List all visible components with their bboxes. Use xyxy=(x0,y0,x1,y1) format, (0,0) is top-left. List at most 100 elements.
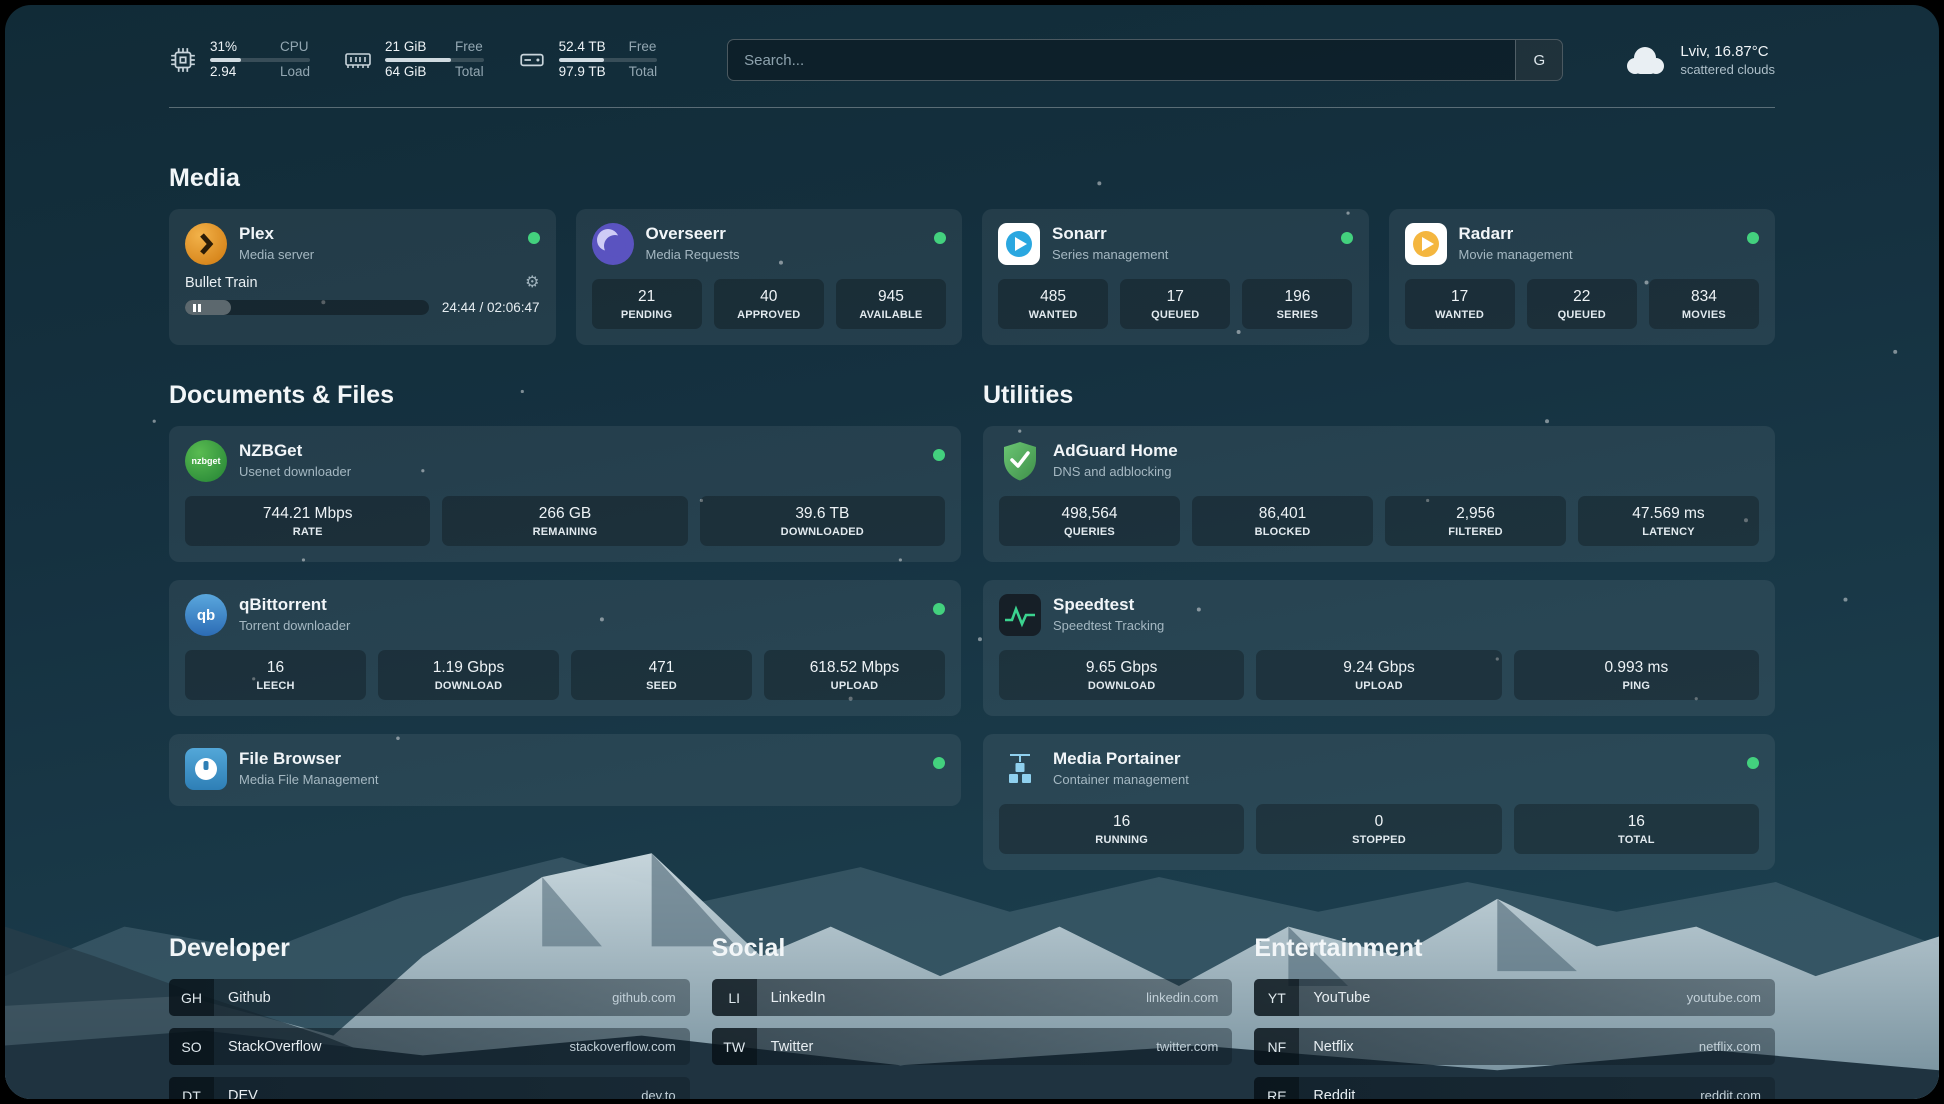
search-provider-button[interactable]: G xyxy=(1515,40,1562,80)
memory-progress xyxy=(385,58,484,62)
stat-value: 9.24 Gbps xyxy=(1260,659,1497,677)
stat-value: 16 xyxy=(1518,813,1755,831)
section-heading-entertainment: Entertainment xyxy=(1254,934,1775,963)
qbittorrent-link[interactable]: qb qBittorrent Torrent downloader xyxy=(185,594,945,636)
stat-label: QUERIES xyxy=(1003,526,1176,538)
bookmark-abbr: YT xyxy=(1254,979,1299,1016)
cpu-percent: 31% xyxy=(210,40,264,55)
status-dot xyxy=(934,232,946,244)
playback-progress[interactable] xyxy=(185,300,429,315)
portainer-text: Media Portainer Container management xyxy=(1053,748,1189,787)
cpu-load: 2.94 xyxy=(210,65,264,80)
overseerr-text: Overseerr Media Requests xyxy=(646,223,740,262)
stat-movies: 834 MOVIES xyxy=(1649,279,1759,329)
filebrowser-link[interactable]: File Browser Media File Management xyxy=(185,748,945,790)
disk-total: 97.9 TB xyxy=(559,65,613,80)
memory-total-label: Total xyxy=(455,65,484,80)
service-desc: Usenet downloader xyxy=(239,464,351,479)
media-grid: Plex Media server Bullet Train ⚙ xyxy=(169,209,1775,345)
stat-value: 39.6 TB xyxy=(704,505,941,523)
bookmark-netflix[interactable]: NF Netflix netflix.com xyxy=(1254,1028,1775,1065)
sonarr-stats: 485 WANTED 17 QUEUED 196 SERIES xyxy=(998,279,1353,329)
stat-value: 196 xyxy=(1246,288,1348,306)
radarr-icon xyxy=(1405,223,1447,265)
overseerr-card: Overseerr Media Requests 21 PENDING 40 A… xyxy=(576,209,963,345)
disk-free: 52.4 TB xyxy=(559,40,613,55)
status-dot xyxy=(1341,232,1353,244)
stat-wanted: 17 WANTED xyxy=(1405,279,1515,329)
bookmark-stackoverflow[interactable]: SO StackOverflow stackoverflow.com xyxy=(169,1028,690,1065)
filebrowser-icon xyxy=(185,748,227,790)
top-bar: 31% CPU 2.94 Load 21 GiB Free 64 GiB xyxy=(169,39,1775,81)
bookmark-linkedin[interactable]: LI LinkedIn linkedin.com xyxy=(712,979,1233,1016)
sonarr-link[interactable]: Sonarr Series management xyxy=(998,223,1353,265)
adguard-text: AdGuard Home DNS and adblocking xyxy=(1053,440,1178,479)
stat-download: 1.19 Gbps DOWNLOAD xyxy=(378,650,559,700)
bookmarks-developer: Developer GH Github github.com SO StackO… xyxy=(169,934,690,1099)
bookmark-reddit[interactable]: RE Reddit reddit.com xyxy=(1254,1077,1775,1099)
stat-value: 945 xyxy=(840,288,942,306)
bookmark-url: netflix.com xyxy=(1699,1039,1761,1054)
qbittorrent-stats: 16 LEECH 1.19 Gbps DOWNLOAD 471 SEED xyxy=(185,650,945,700)
bookmark-name: Reddit xyxy=(1313,1088,1355,1100)
memory-free-label: Free xyxy=(455,40,484,55)
overseerr-link[interactable]: Overseerr Media Requests xyxy=(592,223,947,265)
service-name: Sonarr xyxy=(1052,223,1168,245)
bookmark-name: DEV xyxy=(228,1088,258,1100)
disk-free-label: Free xyxy=(629,40,658,55)
stat-series: 196 SERIES xyxy=(1242,279,1352,329)
portainer-card: Media Portainer Container management 16 … xyxy=(983,734,1775,870)
service-desc: Media server xyxy=(239,247,314,262)
gear-icon[interactable]: ⚙ xyxy=(525,275,539,291)
stat-queued: 22 QUEUED xyxy=(1527,279,1637,329)
plex-card: Plex Media server Bullet Train ⚙ xyxy=(169,209,556,345)
nzbget-link[interactable]: nzbget NZBGet Usenet downloader xyxy=(185,440,945,482)
plex-icon xyxy=(185,223,227,265)
bookmark-youtube[interactable]: YT YouTube youtube.com xyxy=(1254,979,1775,1016)
service-name: Overseerr xyxy=(646,223,740,245)
radarr-link[interactable]: Radarr Movie management xyxy=(1405,223,1760,265)
dashboard-window: 31% CPU 2.94 Load 21 GiB Free 64 GiB xyxy=(5,5,1939,1099)
stat-value: 9.65 Gbps xyxy=(1003,659,1240,677)
speedtest-card: Speedtest Speedtest Tracking 9.65 Gbps D… xyxy=(983,580,1775,716)
bookmark-abbr: SO xyxy=(169,1028,214,1065)
disk-widget: 52.4 TB Free 97.9 TB Total xyxy=(518,40,658,80)
stat-label: PING xyxy=(1518,680,1755,692)
radarr-card: Radarr Movie management 17 WANTED 22 QUE… xyxy=(1389,209,1776,345)
bookmark-twitter[interactable]: TW Twitter twitter.com xyxy=(712,1028,1233,1065)
stat-value: 47.569 ms xyxy=(1582,505,1755,523)
search-input[interactable] xyxy=(728,40,1515,80)
stat-label: WANTED xyxy=(1409,309,1511,321)
bookmark-dev[interactable]: DT DEV dev.to xyxy=(169,1077,690,1099)
plex-link[interactable]: Plex Media server xyxy=(185,223,540,265)
portainer-link[interactable]: Media Portainer Container management xyxy=(999,748,1759,790)
service-desc: Media Requests xyxy=(646,247,740,262)
speedtest-link[interactable]: Speedtest Speedtest Tracking xyxy=(999,594,1759,636)
bookmark-github[interactable]: GH Github github.com xyxy=(169,979,690,1016)
stat-label: LATENCY xyxy=(1582,526,1755,538)
bookmarks-area: Developer GH Github github.com SO StackO… xyxy=(169,934,1775,1099)
sonarr-text: Sonarr Series management xyxy=(1052,223,1168,262)
stat-label: LEECH xyxy=(189,680,362,692)
section-utilities: Utilities xyxy=(983,381,1775,870)
status-dot xyxy=(933,757,945,769)
pause-icon[interactable] xyxy=(193,304,201,312)
status-dot xyxy=(1747,757,1759,769)
service-name: Radarr xyxy=(1459,223,1573,245)
nzbget-card: nzbget NZBGet Usenet downloader 744.21 M… xyxy=(169,426,961,562)
service-desc: Movie management xyxy=(1459,247,1573,262)
stat-value: 618.52 Mbps xyxy=(768,659,941,677)
stat-value: 2,956 xyxy=(1389,505,1562,523)
stat-value: 17 xyxy=(1124,288,1226,306)
stat-ping: 0.993 ms PING xyxy=(1514,650,1759,700)
bookmark-name: Github xyxy=(228,990,271,1006)
stat-label: TOTAL xyxy=(1518,834,1755,846)
service-desc: DNS and adblocking xyxy=(1053,464,1178,479)
bookmark-name: Netflix xyxy=(1313,1039,1353,1055)
overseerr-icon xyxy=(592,223,634,265)
stat-label: REMAINING xyxy=(446,526,683,538)
adguard-link[interactable]: AdGuard Home DNS and adblocking xyxy=(999,440,1759,482)
qbittorrent-text: qBittorrent Torrent downloader xyxy=(239,594,350,633)
topbar-divider xyxy=(169,107,1775,108)
stat-downloaded: 39.6 TB DOWNLOADED xyxy=(700,496,945,546)
